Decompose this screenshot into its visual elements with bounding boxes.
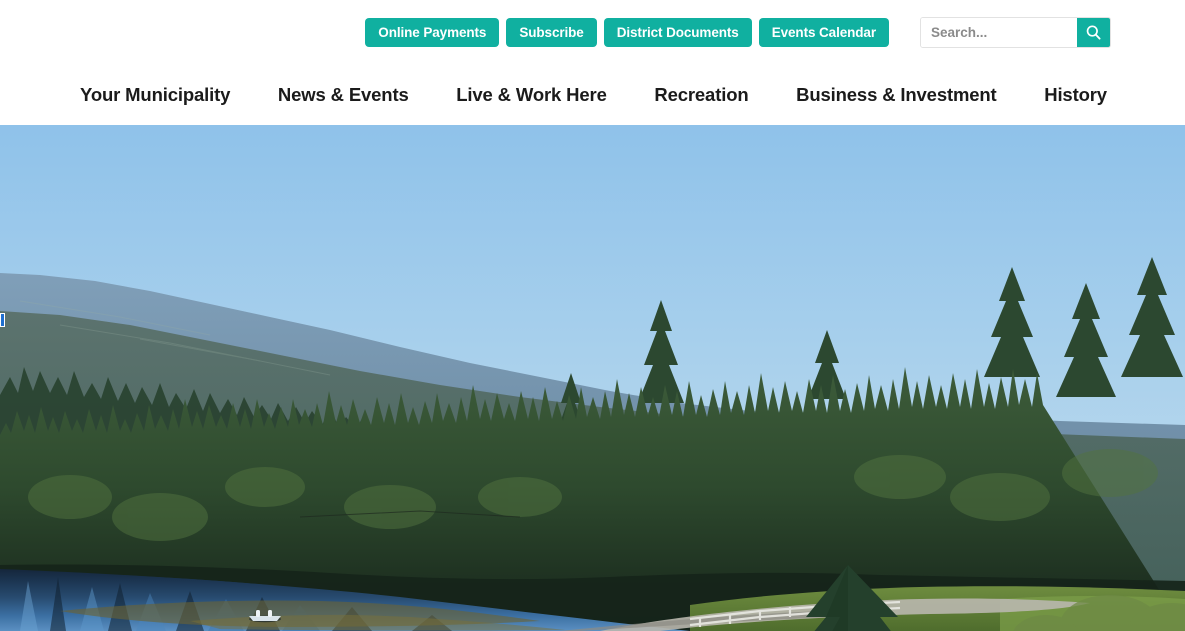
nav-item-your-municipality[interactable]: Your Municipality — [80, 84, 230, 106]
subscribe-button[interactable]: Subscribe — [506, 17, 597, 47]
nav-list: Your Municipality News & Events Live & W… — [80, 84, 1107, 106]
online-payments-button[interactable]: Online Payments — [365, 17, 500, 47]
main-navigation: Your Municipality News & Events Live & W… — [0, 64, 1185, 125]
nav-item-news-and-events[interactable]: News & Events — [278, 84, 409, 106]
nav-item-history[interactable]: History — [1044, 84, 1107, 106]
nav-item-recreation[interactable]: Recreation — [654, 84, 748, 106]
nav-item-business-and-investment[interactable]: Business & Investment — [796, 84, 997, 106]
hero-illustration — [0, 125, 1185, 631]
search-input[interactable] — [921, 17, 1077, 47]
utility-bar: Online Payments Subscribe District Docum… — [0, 0, 1185, 64]
utility-button-group: Online Payments Subscribe District Docum… — [365, 16, 1111, 48]
hero-banner-image — [0, 125, 1185, 631]
search-submit-button[interactable] — [1077, 17, 1110, 47]
search-icon — [1086, 24, 1101, 40]
page-root: Online Payments Subscribe District Docum… — [0, 0, 1185, 631]
district-documents-button[interactable]: District Documents — [603, 17, 752, 47]
left-edge-artifact — [0, 313, 5, 327]
nav-item-live-and-work-here[interactable]: Live & Work Here — [456, 84, 607, 106]
search-box — [920, 16, 1111, 48]
events-calendar-button[interactable]: Events Calendar — [758, 17, 889, 47]
